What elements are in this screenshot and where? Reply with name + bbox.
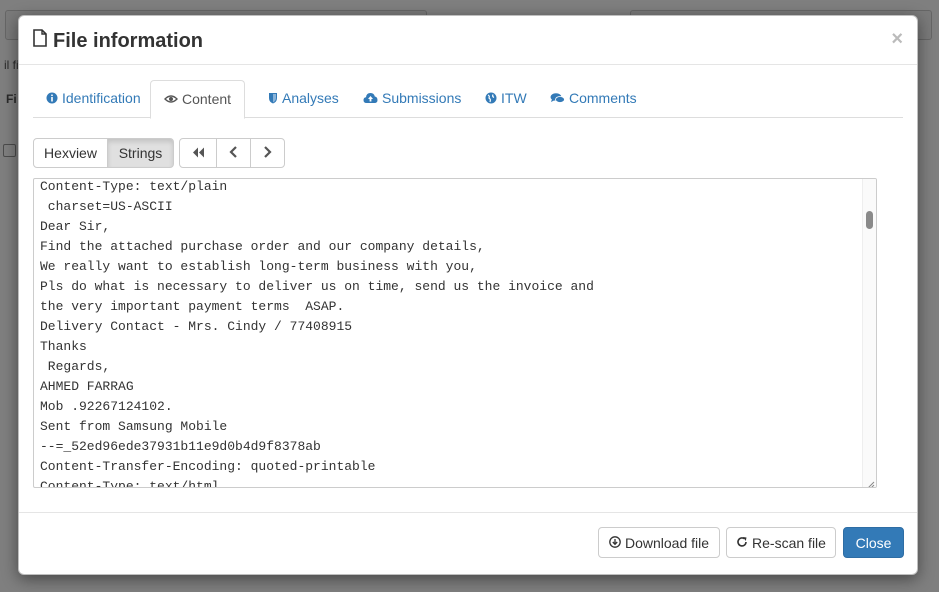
next-page-icon: [263, 145, 272, 161]
download-file-label: Download file: [624, 534, 710, 551]
download-circle-icon: [609, 535, 621, 551]
eye-icon: [164, 91, 178, 108]
refresh-icon: [736, 535, 748, 551]
hexview-button[interactable]: Hexview: [33, 138, 108, 168]
file-information-modal: File information × Identification Conten…: [18, 15, 918, 575]
modal-footer: Download file Re-scan file Close: [19, 512, 917, 574]
close-button[interactable]: Close: [843, 527, 904, 558]
first-page-button[interactable]: [179, 138, 217, 168]
comments-icon: [550, 90, 565, 107]
strings-line: Regards,: [47, 359, 111, 374]
strings-content: Content-Type: text/plain charset=US-ASCI…: [40, 179, 594, 488]
tab-submissions[interactable]: Submissions: [350, 80, 474, 118]
modal-title-text: File information: [53, 29, 203, 52]
strings-line: Find the attached purchase order and our…: [40, 239, 485, 254]
strings-line: Content-Type: text/html: [40, 479, 220, 488]
strings-line: Content-Type: text/plain: [40, 179, 228, 194]
first-page-icon: [192, 145, 205, 161]
strings-line: Sent from Samsung Mobile: [40, 419, 228, 434]
tab-itw[interactable]: ITW: [472, 80, 540, 118]
download-file-button[interactable]: Download file: [598, 527, 720, 558]
rescan-file-label: Re-scan file: [752, 534, 826, 551]
strings-textarea[interactable]: Content-Type: text/plain charset=US-ASCI…: [33, 178, 877, 488]
strings-button[interactable]: Strings: [107, 138, 174, 168]
previous-page-icon: [229, 145, 238, 161]
strings-line: Delivery Contact - Mrs. Cindy / 77408915: [40, 319, 353, 334]
strings-line: the very important payment terms ASAP.: [40, 299, 345, 314]
close-icon[interactable]: ×: [891, 29, 903, 49]
strings-line: We really want to establish long-term bu…: [40, 259, 477, 274]
info-circle-icon: [46, 90, 58, 107]
scrollbar-thumb[interactable]: [866, 211, 873, 229]
tab-label: Submissions: [382, 90, 462, 106]
rescan-file-button[interactable]: Re-scan file: [726, 527, 836, 558]
resize-handle-icon[interactable]: [865, 476, 875, 487]
strings-line: Thanks: [40, 339, 87, 354]
tab-comments[interactable]: Comments: [537, 80, 650, 118]
tab-content[interactable]: Content: [150, 80, 246, 119]
tab-label: Content: [182, 91, 232, 107]
tab-label: ITW: [501, 90, 527, 106]
strings-line: Content-Transfer-Encoding: quoted-printa…: [40, 459, 376, 474]
strings-line: --=_52ed96ede37931b11e9d0b4d9f8378ab: [40, 439, 321, 454]
shield-icon: [268, 90, 278, 107]
strings-line: charset=US-ASCII: [47, 199, 173, 214]
strings-line: AHMED FARRAG: [40, 379, 134, 394]
strings-line: Mob .92267124102.: [40, 399, 173, 414]
tab-analyses[interactable]: Analyses: [255, 80, 352, 118]
next-page-button[interactable]: [250, 138, 285, 168]
strings-line: Pls do what is necessary to deliver us o…: [40, 279, 594, 294]
modal-title: File information: [33, 29, 203, 53]
modal-header: File information ×: [19, 16, 917, 65]
tab-bar: Identification Content Analyses Submissi…: [33, 80, 903, 119]
strings-line: Dear Sir,: [40, 219, 111, 234]
vertical-scrollbar[interactable]: [862, 179, 876, 487]
cloud-upload-icon: [363, 90, 378, 107]
tab-identification[interactable]: Identification: [33, 80, 154, 118]
previous-page-button[interactable]: [216, 138, 251, 168]
file-icon: [33, 29, 47, 53]
tab-label: Comments: [569, 90, 637, 106]
tab-label: Identification: [62, 90, 141, 106]
tab-label: Analyses: [282, 90, 339, 106]
globe-icon: [485, 90, 497, 107]
